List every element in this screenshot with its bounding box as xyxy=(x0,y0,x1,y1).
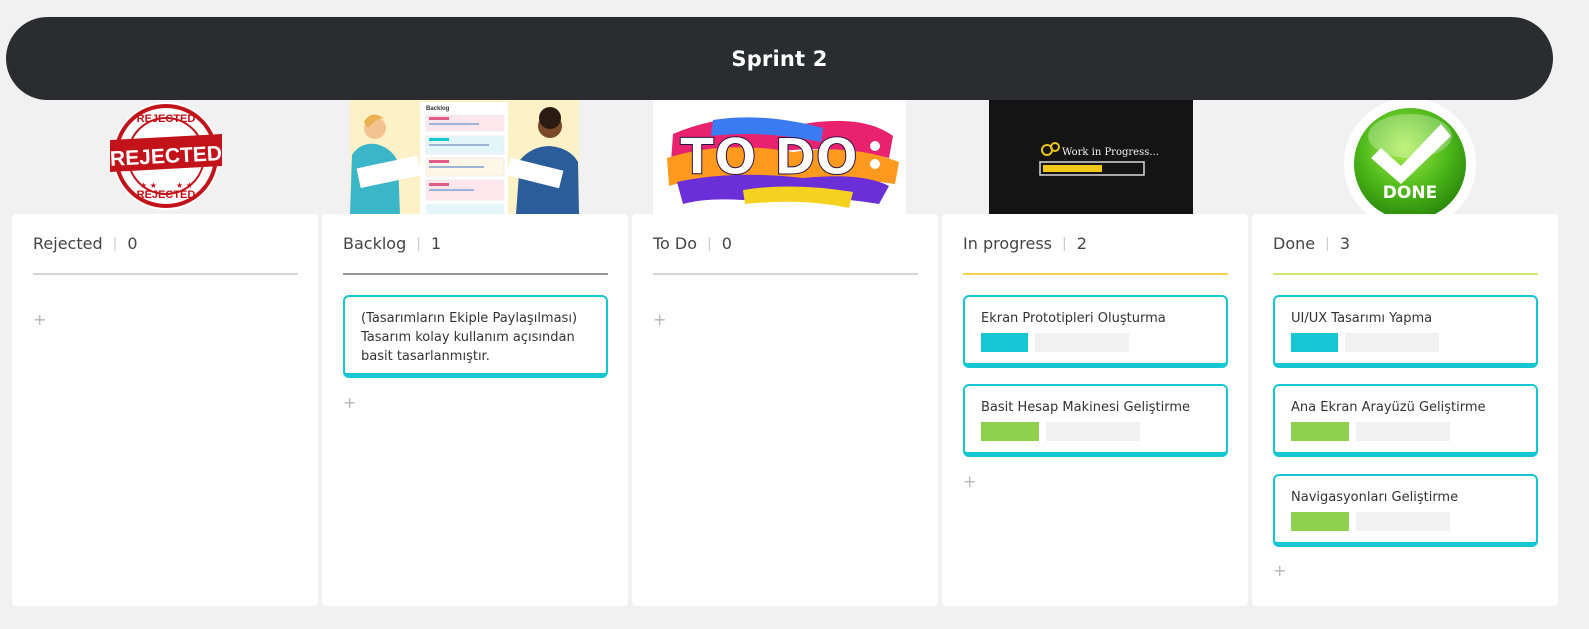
backlog-doc-title: Backlog xyxy=(426,106,450,112)
wip-progress-fill xyxy=(1043,165,1102,172)
column-divider xyxy=(653,273,918,275)
sprint-title: Sprint 2 xyxy=(731,46,828,71)
todo-image-text: TO DO xyxy=(680,128,858,186)
svg-text:★ ★: ★ ★ xyxy=(176,181,193,190)
column-count: 3 xyxy=(1339,234,1350,253)
column-backlog: Backlog | 1 (Tasarımların Ekiple Paylaşı… xyxy=(322,214,628,606)
column-todo: To Do | 0 + xyxy=(632,214,938,606)
stamp-top-text: REJECTED xyxy=(137,113,196,125)
add-card-button[interactable]: + xyxy=(963,472,976,491)
card-title: Basit Hesap Makinesi Geliştirme xyxy=(981,400,1191,415)
svg-text:★ ★: ★ ★ xyxy=(140,181,157,190)
add-card-button[interactable]: + xyxy=(343,393,356,412)
card-tag xyxy=(981,422,1039,441)
card-tag xyxy=(1291,422,1349,441)
add-card-button[interactable]: + xyxy=(1273,561,1286,580)
add-card-button[interactable]: + xyxy=(33,310,46,329)
card-tag xyxy=(1291,333,1338,352)
column-header[interactable]: Rejected | 0 xyxy=(33,234,138,253)
column-title: In progress xyxy=(963,234,1053,253)
column-header[interactable]: To Do | 0 xyxy=(653,234,732,253)
card-title: Navigasyonları Geliştirme xyxy=(1291,490,1459,505)
work-in-progress-image: Work in Progress... xyxy=(989,100,1193,214)
count-separator: | xyxy=(1325,235,1330,252)
sprint-banner: Sprint 2 xyxy=(6,17,1553,100)
column-title: To Do xyxy=(653,234,698,253)
column-title: Backlog xyxy=(343,234,407,253)
card-tag-placeholder xyxy=(1356,422,1450,441)
done-image-text: DONE xyxy=(1383,183,1437,203)
add-card-button[interactable]: + xyxy=(653,310,666,329)
card-title: Ekran Prototipleri Oluşturma xyxy=(981,311,1166,326)
column-rejected: Rejected | 0 + xyxy=(12,214,318,606)
column-title: Done xyxy=(1273,234,1316,253)
count-separator: | xyxy=(707,235,712,252)
column-title: Rejected xyxy=(33,234,103,253)
card-tag-placeholder xyxy=(1035,333,1129,352)
task-card[interactable]: Ana Ekran Arayüzü Geliştirme xyxy=(1273,384,1538,457)
card-tag xyxy=(1291,512,1349,531)
column-header[interactable]: Backlog | 1 xyxy=(343,234,441,253)
task-card[interactable]: Basit Hesap Makinesi Geliştirme xyxy=(963,384,1228,457)
task-card[interactable]: Ekran Prototipleri Oluşturma xyxy=(963,295,1228,368)
wip-text: Work in Progress... xyxy=(1062,147,1159,158)
column-count: 0 xyxy=(127,234,138,253)
board-columns: Rejected | 0 + Backlog | 1 (Tasarımların… xyxy=(12,214,1559,606)
count-separator: | xyxy=(1062,235,1067,252)
column-divider xyxy=(33,273,298,275)
task-card[interactable]: UI/UX Tasarımı Yapma xyxy=(1273,295,1538,368)
task-card[interactable]: Navigasyonları Geliştirme xyxy=(1273,474,1538,547)
card-title: (Tasarımların Ekiple Paylaşılması) Tasar… xyxy=(361,311,578,364)
card-title: Ana Ekran Arayüzü Geliştirme xyxy=(1291,400,1486,415)
column-divider xyxy=(343,273,608,275)
card-tag-placeholder xyxy=(1046,422,1140,441)
card-title: UI/UX Tasarımı Yapma xyxy=(1291,311,1433,326)
column-count: 2 xyxy=(1076,234,1087,253)
done-image: DONE xyxy=(1343,100,1477,220)
todo-image: TO DO xyxy=(653,100,906,214)
column-in-progress: In progress | 2 Ekran Prototipleri Oluşt… xyxy=(942,214,1248,606)
column-count: 1 xyxy=(430,234,442,253)
card-tag-placeholder xyxy=(1356,512,1450,531)
column-divider xyxy=(1273,273,1538,275)
column-count: 0 xyxy=(721,234,732,253)
task-card[interactable]: (Tasarımların Ekiple Paylaşılması) Tasar… xyxy=(343,295,608,378)
backlog-illustration: Backlog xyxy=(350,100,579,214)
column-divider xyxy=(963,273,1228,275)
card-tag-placeholder xyxy=(1345,333,1439,352)
card-tag xyxy=(981,333,1028,352)
stamp-bottom-text: REJECTED xyxy=(137,189,196,201)
column-header[interactable]: In progress | 2 xyxy=(963,234,1087,253)
count-separator: | xyxy=(112,235,118,252)
column-header[interactable]: Done | 3 xyxy=(1273,234,1350,253)
column-done: Done | 3 UI/UX Tasarımı Yapma Ana Ekran … xyxy=(1252,214,1558,606)
rejected-stamp-image: REJECTED REJECTED REJECTED ★ ★ ★ ★ xyxy=(108,100,224,212)
count-separator: | xyxy=(416,235,421,252)
